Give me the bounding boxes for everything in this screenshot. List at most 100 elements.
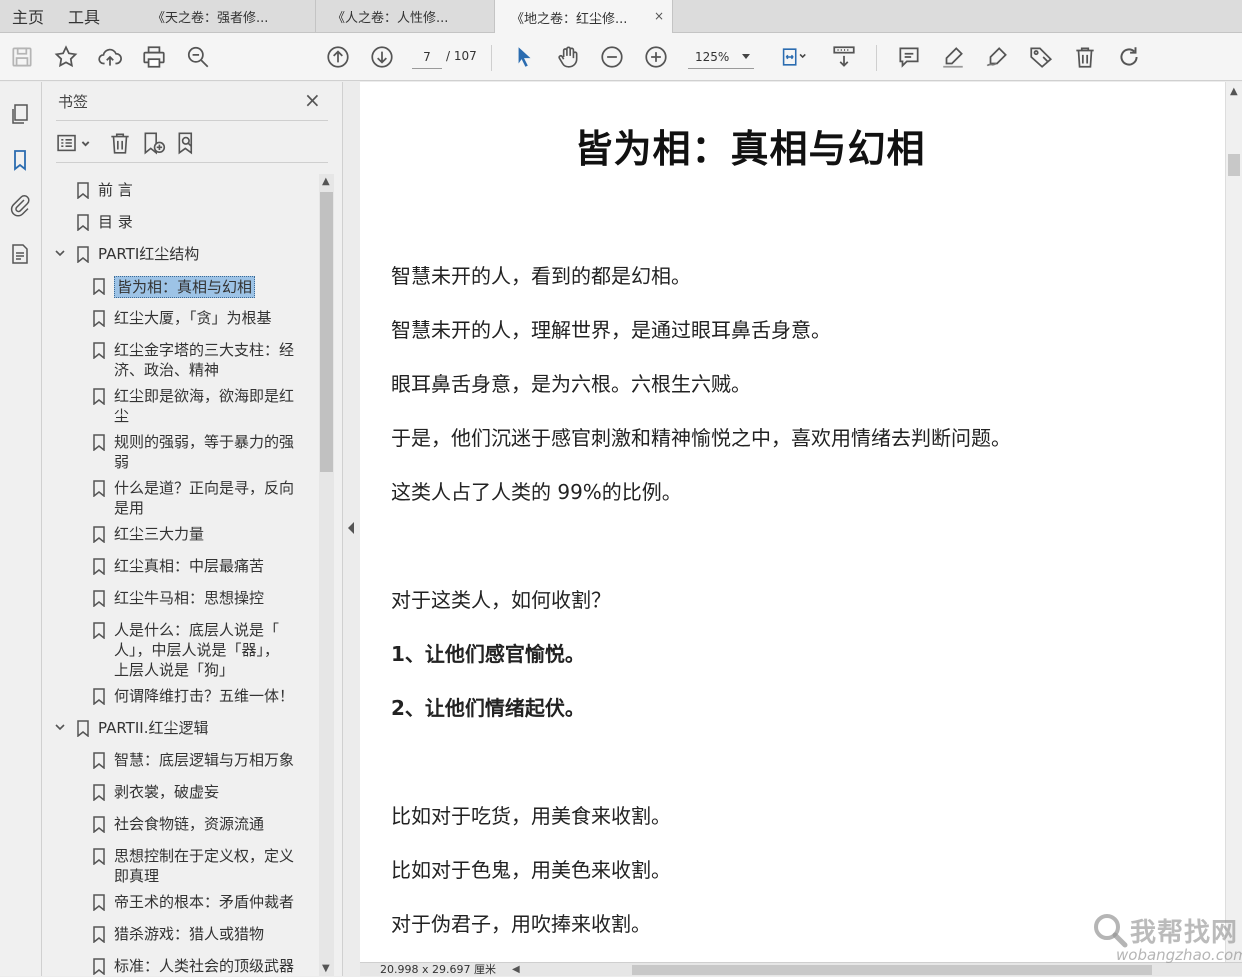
- scrollbar-thumb[interactable]: [320, 192, 333, 472]
- add-bookmark-icon[interactable]: [141, 130, 167, 156]
- zoom-out-icon[interactable]: [598, 43, 626, 71]
- bookmark-icon: [93, 558, 105, 575]
- paragraph: 对于伪君子，用吹捧来收割。: [391, 912, 651, 936]
- bookmark-label: 红尘即是欲海，欲海即是红: [114, 387, 295, 405]
- bookmark-label: 弱: [114, 453, 130, 471]
- paragraph: 眼耳鼻舌身意，是为六根。六根生六贼。: [391, 372, 751, 396]
- scroll-mode-icon[interactable]: [830, 43, 858, 71]
- signature-pen-icon[interactable]: [983, 43, 1011, 71]
- attachment-paperclip-icon[interactable]: [8, 194, 32, 218]
- panel-divider: [56, 162, 328, 163]
- bookmark-label: 社会食物链，资源流通: [114, 815, 265, 833]
- tab-document-2[interactable]: 《人之卷：人性修...: [316, 0, 495, 33]
- bookmark-icon: [93, 310, 105, 327]
- close-icon[interactable]: ×: [304, 90, 321, 110]
- chevron-down-icon: [742, 54, 750, 59]
- document-info-icon[interactable]: [8, 242, 32, 266]
- page-total: / 107: [446, 49, 477, 63]
- paragraph: 于是，他们沉迷于感官刺激和精神愉悦之中，喜欢用情绪去判断问题。: [391, 426, 1011, 450]
- delete-bookmark-icon[interactable]: [107, 130, 133, 156]
- scroll-up-icon[interactable]: ▲: [322, 176, 330, 187]
- cloud-upload-icon[interactable]: [96, 43, 124, 71]
- tab-close-icon[interactable]: ×: [654, 9, 664, 23]
- bookmark-label: 红尘金字塔的三大支柱：经: [114, 341, 295, 359]
- bookmark-scrollbar[interactable]: ▲ ▼: [319, 174, 334, 976]
- bookmark-icon: [93, 958, 105, 975]
- toolbar-divider: [491, 45, 492, 71]
- tab-document-3[interactable]: 《地之卷：红尘修... ×: [495, 0, 673, 34]
- scroll-left-icon[interactable]: ◀: [512, 963, 520, 977]
- star-icon[interactable]: [52, 43, 80, 71]
- zoom-level-select[interactable]: 125%: [688, 45, 754, 69]
- tab-label: 《天之卷：强者修...: [152, 11, 269, 26]
- zoom-in-icon[interactable]: [642, 43, 670, 71]
- menu-tools[interactable]: 工具: [68, 4, 100, 28]
- menu-home[interactable]: 主页: [12, 4, 44, 28]
- zoom-search-icon[interactable]: [184, 43, 212, 71]
- bookmark-label: 上层人说是「狗」: [114, 661, 235, 679]
- comment-icon[interactable]: [895, 43, 923, 71]
- bookmark-icon: [77, 720, 89, 737]
- bookmark-icon: [93, 342, 105, 359]
- bookmark-label: 红尘大厦，「贪」为根基: [114, 309, 272, 327]
- next-page-icon[interactable]: [368, 43, 396, 71]
- bookmark-icon: [93, 622, 105, 639]
- collapse-panel-icon[interactable]: [348, 522, 354, 534]
- tab-label: 《地之卷：红尘修...: [511, 11, 628, 27]
- bookmarks-panel: 书签 × 前 言目 录 PARTI红尘结构 皆为相：真相与幻相 红尘大厦，「贪」为根基…: [42, 82, 342, 976]
- bookmark-panel-icon[interactable]: [8, 148, 32, 172]
- navigation-rail: [0, 82, 42, 976]
- scroll-up-icon[interactable]: ▲: [1230, 86, 1238, 97]
- top-menu: 主页 工具: [0, 0, 124, 32]
- page-number-input[interactable]: [412, 45, 442, 69]
- watermark: 我帮找网 wobangzhao.com: [1090, 906, 1242, 972]
- bookmark-label: 何谓降维打击？五维一体！: [114, 687, 295, 705]
- bookmark-label: 思想控制在于定义权，定义: [114, 847, 295, 865]
- bookmark-icon: [93, 526, 105, 543]
- bookmark-icon: [77, 246, 89, 263]
- tab-document-1[interactable]: 《天之卷：强者修...: [136, 0, 316, 33]
- bookmark-label: 前 言: [98, 181, 133, 199]
- print-icon[interactable]: [140, 43, 168, 71]
- toolbar: / 107 125%: [0, 33, 1242, 81]
- save-icon[interactable]: [8, 43, 36, 71]
- options-menu-icon[interactable]: [56, 130, 94, 156]
- bookmark-icon: [93, 784, 105, 801]
- find-bookmark-icon[interactable]: [175, 130, 201, 156]
- horizontal-scrollbar-thumb[interactable]: [632, 965, 1152, 975]
- bookmark-label: 猎杀游戏：猎人或猎物: [114, 925, 265, 943]
- fit-page-icon[interactable]: [776, 43, 812, 71]
- paragraph: 智慧未开的人，看到的都是幻相。: [391, 264, 691, 288]
- magnifier-logo-icon: [1094, 914, 1128, 948]
- bookmark-icon: [93, 480, 105, 497]
- highlight-pen-icon[interactable]: [939, 43, 967, 71]
- bookmark-icon: [93, 752, 105, 769]
- pages-thumbnail-icon[interactable]: [8, 102, 32, 126]
- trash-icon[interactable]: [1071, 43, 1099, 71]
- bookmark-label: 规则的强弱，等于暴力的强: [114, 433, 295, 451]
- previous-page-icon[interactable]: [324, 43, 352, 71]
- bookmark-label: 红尘三大力量: [114, 525, 205, 543]
- chevron-down-icon[interactable]: [54, 721, 66, 733]
- toolbar-divider: [876, 45, 877, 71]
- page-title: 皆为相：真相与幻相: [574, 127, 926, 171]
- export-tag-icon[interactable]: [1027, 43, 1055, 71]
- select-cursor-icon[interactable]: [510, 43, 538, 71]
- hand-tool-icon[interactable]: [554, 43, 582, 71]
- bookmark-icon: [77, 214, 89, 231]
- bookmark-label: 红尘牛马相：思想操控: [114, 589, 265, 607]
- chevron-down-icon[interactable]: [54, 247, 66, 259]
- panel-splitter[interactable]: [342, 82, 360, 976]
- bookmark-icon: [93, 926, 105, 943]
- bookmark-icon: [93, 816, 105, 833]
- redo-rotate-icon[interactable]: [1115, 43, 1143, 71]
- bookmark-label: 剥衣裳，破虚妄: [114, 783, 220, 801]
- scrollbar-thumb[interactable]: [1228, 154, 1240, 176]
- bookmark-label: PARTI红尘结构: [98, 245, 200, 263]
- paragraph: 智慧未开的人，理解世界，是通过眼耳鼻舌身意。: [391, 318, 831, 342]
- document-scrollbar[interactable]: ▲: [1225, 82, 1242, 962]
- scroll-down-icon[interactable]: ▼: [322, 963, 330, 974]
- bookmark-label: 尘: [114, 407, 130, 425]
- bookmark-icon: [93, 894, 105, 911]
- bookmark-label: 什么是道？正向是寻，反向: [114, 479, 295, 497]
